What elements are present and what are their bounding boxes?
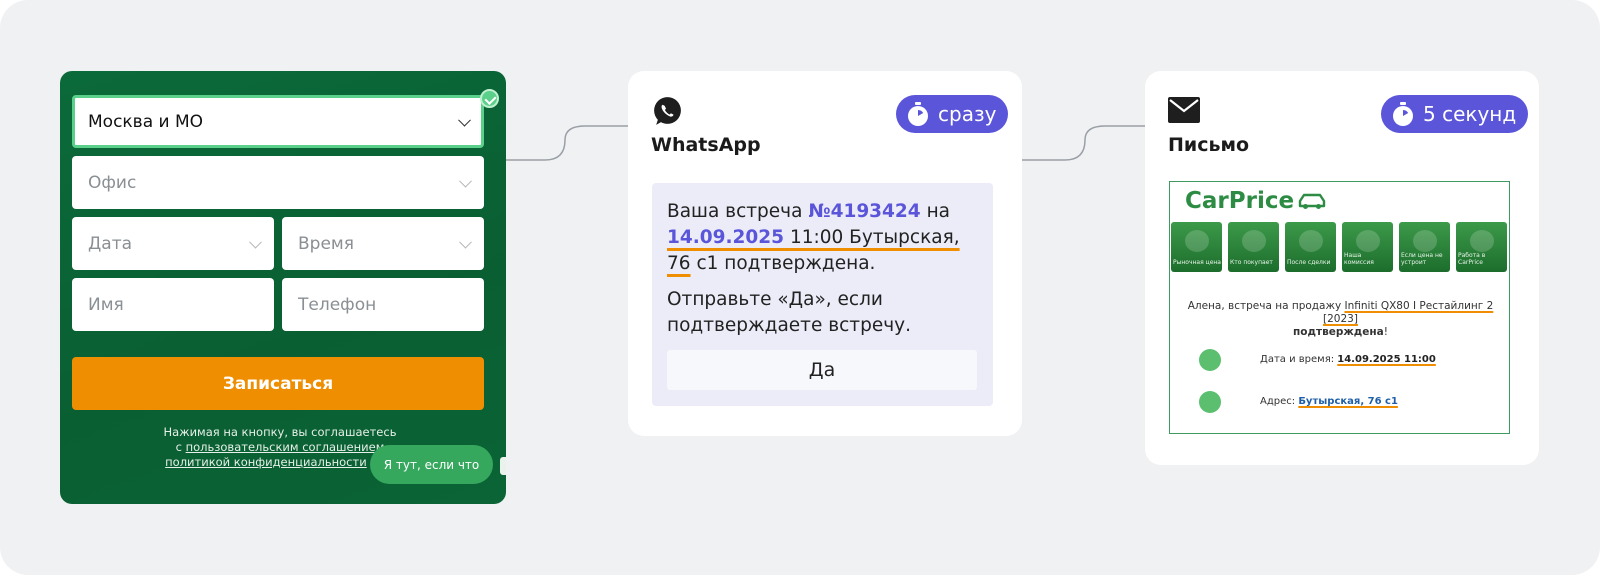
connector-form-to-whatsapp xyxy=(506,125,628,161)
chevron-down-icon xyxy=(458,113,471,127)
connector-whatsapp-to-email xyxy=(1022,125,1145,161)
check-icon xyxy=(480,89,499,108)
whatsapp-message: Ваша встреча №4193424 на 14.09.2025 11:0… xyxy=(652,183,993,406)
email-preview: CarPrice Рыночная цена Кто покупает Посл… xyxy=(1169,181,1510,434)
reply-yes-button[interactable]: Да xyxy=(667,350,977,390)
name-placeholder: Имя xyxy=(88,294,124,315)
time-select[interactable]: Время xyxy=(282,217,484,270)
timer-label: сразу xyxy=(938,102,997,126)
date-select[interactable]: Дата xyxy=(72,217,274,270)
consent-prefix: Нажимая на кнопку, вы соглашаетесь xyxy=(163,425,397,439)
region-select[interactable]: Москва и МО xyxy=(72,95,484,148)
user-agreement-link[interactable]: пользовательским соглашением xyxy=(186,440,385,454)
tile-commission[interactable]: Наша комиссия xyxy=(1342,222,1393,272)
stopwatch-icon xyxy=(908,102,928,126)
phone-input[interactable]: Телефон xyxy=(282,278,484,331)
location-pin-icon xyxy=(1199,391,1221,413)
email-card: Письмо 5 секунд CarPrice Рыночная цена К… xyxy=(1145,71,1539,465)
on-word: на xyxy=(926,201,951,222)
car-icon xyxy=(1298,193,1326,209)
carprice-logo: CarPrice xyxy=(1185,188,1327,214)
timer-badge: сразу xyxy=(896,95,1009,133)
timer-label: 5 секунд xyxy=(1423,102,1517,126)
chevron-down-icon xyxy=(249,235,262,249)
time-placeholder: Время xyxy=(298,233,354,254)
date-row: Дата и время: 14.09.2025 11:00 xyxy=(1260,354,1436,365)
office-select[interactable]: Офис xyxy=(72,156,484,209)
email-title: Письмо xyxy=(1168,134,1250,156)
envelope-icon xyxy=(1168,97,1200,123)
message-prefix: Ваша встреча xyxy=(667,201,803,222)
chevron-down-icon xyxy=(459,235,472,249)
chat-widget-edge xyxy=(500,457,506,475)
privacy-policy-link[interactable]: политикой конфиденциальности xyxy=(165,455,367,469)
feature-tiles: Рыночная цена Кто покупает После сделки … xyxy=(1171,222,1510,272)
address-tail: с1 подтверждена. xyxy=(696,253,876,274)
meeting-date: 14.09.2025 xyxy=(667,227,785,248)
reply-prompt: Отправьте «Да», если подтверждаете встре… xyxy=(667,289,911,336)
timer-badge: 5 секунд xyxy=(1381,95,1529,133)
date-placeholder: Дата xyxy=(88,233,133,254)
canvas: Москва и МО Офис Дата Время Имя Телефон … xyxy=(0,0,1600,575)
whatsapp-title: WhatsApp xyxy=(651,134,761,156)
greeting-prefix: Алена, встреча на продажу xyxy=(1187,300,1342,312)
whatsapp-card: WhatsApp сразу Ваша встреча №4193424 на … xyxy=(628,71,1022,436)
region-value: Москва и МО xyxy=(88,111,204,132)
name-input[interactable]: Имя xyxy=(72,278,274,331)
office-placeholder: Офис xyxy=(88,172,137,193)
tile-after-deal[interactable]: После сделки xyxy=(1285,222,1336,272)
email-greeting: Алена, встреча на продажу Infiniti QX80 … xyxy=(1187,300,1494,338)
confirmed-word: подтверждена xyxy=(1293,326,1384,338)
date-label: Дата и время: xyxy=(1260,354,1335,365)
address-row: Адрес: Бутырская, 76 с1 xyxy=(1260,396,1398,407)
whatsapp-icon xyxy=(654,97,681,125)
stopwatch-icon xyxy=(1393,102,1413,126)
date-value: 14.09.2025 11:00 xyxy=(1337,354,1436,365)
tile-price-not-suit[interactable]: Если цена не устроит xyxy=(1399,222,1450,272)
car-name: Infiniti QX80 I Рестайлинг 2 [2023] xyxy=(1323,300,1494,325)
tile-careers[interactable]: Работа в CarPrice xyxy=(1456,222,1507,272)
submit-button[interactable]: Записаться xyxy=(72,357,484,410)
logo-text: CarPrice xyxy=(1185,188,1295,214)
address-label: Адрес: xyxy=(1260,396,1296,407)
chat-widget-button[interactable]: Я тут, если что xyxy=(370,445,493,484)
calendar-icon xyxy=(1199,349,1221,371)
chevron-down-icon xyxy=(459,174,472,188)
address-link[interactable]: Бутырская, 76 с1 xyxy=(1298,396,1398,407)
consent-with: с xyxy=(175,440,182,454)
phone-placeholder: Телефон xyxy=(298,294,377,315)
booking-form-panel: Москва и МО Офис Дата Время Имя Телефон … xyxy=(60,71,506,504)
tile-who-buys[interactable]: Кто покупает xyxy=(1228,222,1279,272)
whatsapp-message-text: Ваша встреча №4193424 на 14.09.2025 11:0… xyxy=(667,199,987,339)
tile-market-price[interactable]: Рыночная цена xyxy=(1171,222,1222,272)
meeting-number: №4193424 xyxy=(808,201,921,222)
